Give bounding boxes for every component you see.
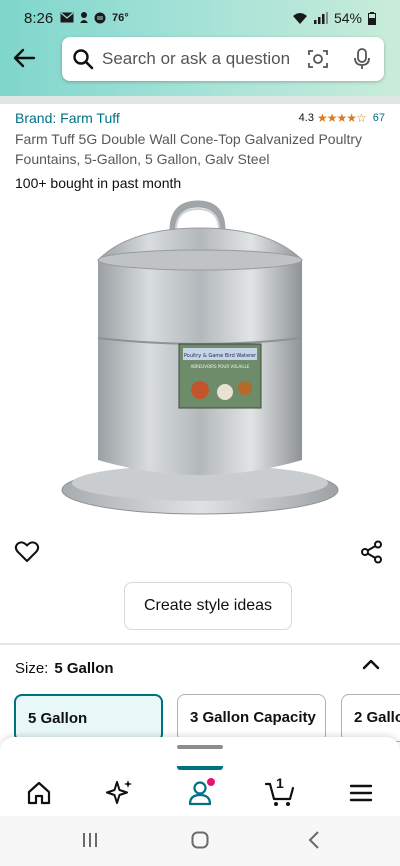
- size-selected-value: 5 Gallon: [54, 660, 114, 677]
- star-rating-icon: ★★★★☆: [316, 111, 367, 125]
- home-button-icon[interactable]: [190, 830, 210, 850]
- notification-icon: [80, 12, 88, 23]
- search-box[interactable]: Search or ask a question: [62, 37, 384, 81]
- sheet-drag-handle[interactable]: [177, 745, 223, 749]
- share-icon[interactable]: [360, 540, 384, 564]
- header-divider: [0, 96, 400, 104]
- back-arrow-icon[interactable]: [10, 44, 38, 72]
- back-button-icon[interactable]: [305, 830, 325, 850]
- status-temp: 76°: [112, 11, 129, 24]
- create-style-ideas-button[interactable]: Create style ideas: [124, 582, 292, 630]
- product-label-line2: ABREUVOIRS POUR VOLAILLE: [191, 364, 250, 369]
- heart-icon[interactable]: [14, 540, 40, 564]
- product-label-line1: Poultry & Game Bird Waterer: [184, 353, 257, 359]
- status-time: 8:26: [24, 10, 54, 27]
- recent-apps-icon[interactable]: [80, 830, 100, 850]
- rating-value: 4.3: [298, 112, 314, 124]
- system-nav-bar: [0, 816, 400, 866]
- battery-icon: [368, 11, 376, 25]
- account-tab[interactable]: [185, 778, 215, 808]
- size-label: Size:: [15, 660, 49, 677]
- header-bar: 8:26 76° 54% Search or ask a question: [0, 0, 400, 96]
- status-battery: 54%: [333, 10, 362, 26]
- notification-dot: [207, 778, 215, 786]
- mail-icon: [60, 12, 74, 23]
- product-image[interactable]: Poultry & Game Bird Waterer ABREUVOIRS P…: [50, 200, 350, 520]
- search-placeholder: Search or ask a question: [102, 49, 291, 68]
- size-selector-header[interactable]: Size: 5 Gallon: [15, 660, 114, 677]
- cart-count: 1: [276, 775, 284, 791]
- search-icon: [73, 49, 94, 70]
- wifi-icon: [292, 12, 307, 24]
- bottom-nav: 1: [0, 766, 400, 816]
- home-icon[interactable]: [24, 778, 54, 808]
- purchase-count: 100+ bought in past month: [15, 175, 182, 191]
- status-right-icons: 54%: [292, 10, 376, 26]
- menu-icon[interactable]: [346, 778, 376, 808]
- sparkle-icon[interactable]: [104, 778, 134, 808]
- active-tab-indicator: [177, 766, 223, 770]
- cart-tab[interactable]: 1: [264, 775, 295, 808]
- signal-icon: [313, 12, 328, 24]
- review-count: 67: [372, 112, 385, 124]
- status-left-icons: 76°: [60, 11, 129, 24]
- product-title: Farm Tuff 5G Double Wall Cone-Top Galvan…: [15, 131, 363, 167]
- size-option-3-gallon[interactable]: 3 Gallon Capacity: [177, 694, 326, 742]
- status-bar: 8:26 76° 54%: [0, 0, 400, 36]
- size-option-5-gallon[interactable]: 5 Gallon: [14, 694, 163, 742]
- camera-scan-icon[interactable]: [306, 47, 330, 71]
- brand-link[interactable]: Brand: Farm Tuff: [15, 110, 120, 126]
- mic-icon[interactable]: [352, 47, 372, 71]
- section-divider: [0, 643, 400, 645]
- app-icon: [94, 12, 106, 23]
- chevron-up-icon[interactable]: [360, 655, 382, 675]
- rating-summary[interactable]: 4.3 ★★★★☆ 67: [299, 111, 385, 125]
- size-option-2-gallon[interactable]: 2 Gallon: [341, 694, 400, 742]
